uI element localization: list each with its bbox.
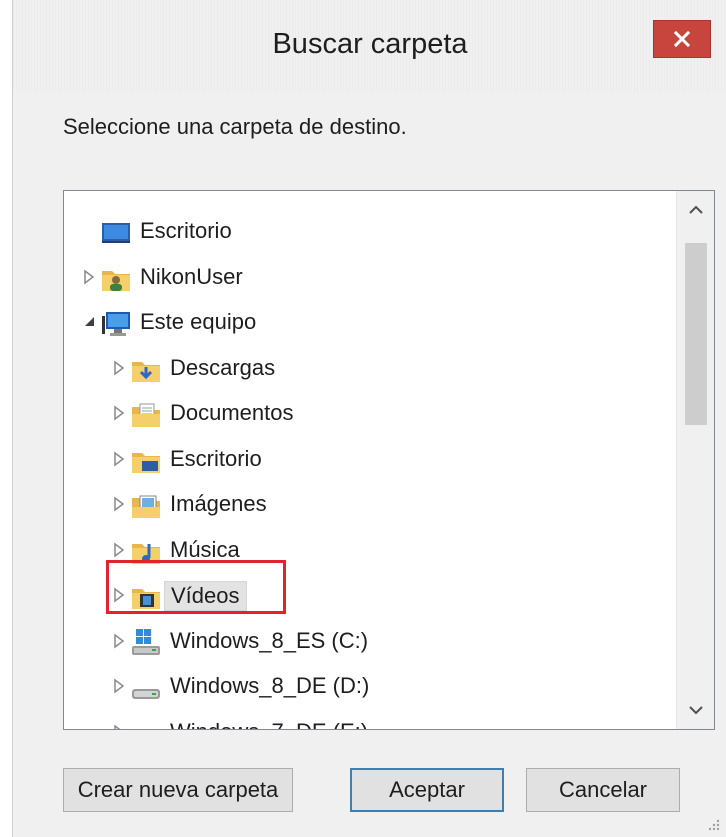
expand-arrow-icon[interactable]: [112, 495, 126, 513]
computer-icon: [100, 308, 132, 338]
scroll-thumb[interactable]: [685, 243, 707, 425]
documents-folder-icon: [130, 399, 162, 429]
tree-item[interactable]: Este equipo: [64, 302, 664, 342]
drive-icon: [130, 718, 162, 730]
pictures-folder-icon: [130, 490, 162, 520]
scroll-down-button[interactable]: [677, 691, 714, 729]
tree-item[interactable]: Descargas: [64, 348, 664, 388]
tree-item[interactable]: Escritorio: [64, 439, 664, 479]
cancel-button[interactable]: Cancelar: [526, 768, 680, 812]
dialog-title: Buscar carpeta: [272, 28, 468, 60]
drive-icon: [130, 672, 162, 702]
close-button[interactable]: [653, 20, 711, 58]
vertical-scrollbar[interactable]: [676, 191, 714, 729]
expand-arrow-icon[interactable]: [112, 723, 126, 729]
close-icon: [673, 30, 691, 48]
expand-arrow-icon[interactable]: [112, 677, 126, 695]
tree-item-label: NikonUser: [140, 263, 243, 289]
expanded-arrow-icon[interactable]: [82, 313, 96, 331]
tree-item[interactable]: Windows_8_DE (D:): [64, 666, 664, 706]
new-folder-button[interactable]: Crear nueva carpeta: [63, 768, 293, 812]
chevron-up-icon: [689, 205, 703, 214]
instruction-text: Seleccione una carpeta de destino.: [63, 114, 407, 139]
tree-item-label: Documentos: [170, 400, 294, 425]
tree-item-label: Windows_8_ES (C:): [170, 627, 369, 653]
resize-grip-icon[interactable]: [706, 817, 720, 831]
expand-arrow-icon[interactable]: [112, 541, 126, 559]
tree-item-label: Este equipo: [140, 309, 257, 334]
tree-item[interactable]: NikonUser: [64, 257, 664, 297]
tree-item[interactable]: Documentos: [64, 393, 664, 433]
tree-item-label: Descargas: [170, 354, 276, 380]
tree-item-label: Windows_7_DE (E:): [170, 718, 368, 730]
tree-item[interactable]: Windows_8_ES (C:): [64, 621, 664, 661]
ok-button[interactable]: Aceptar: [350, 768, 504, 812]
scroll-up-button[interactable]: [677, 191, 714, 229]
highlight-box: [106, 560, 286, 614]
tree-item[interactable]: Imágenes: [64, 484, 664, 524]
downloads-folder-icon: [130, 354, 162, 384]
folder-tree-rows: Escritorio NikonUser Este equipo Descargas D…: [64, 191, 674, 729]
chevron-down-icon: [689, 706, 703, 715]
expand-arrow-icon[interactable]: [112, 450, 126, 468]
title-bar[interactable]: Buscar carpeta: [13, 0, 726, 92]
windows-drive-icon: [130, 627, 162, 657]
folder-tree[interactable]: Escritorio NikonUser Este equipo Descargas D…: [63, 190, 715, 730]
expand-arrow-icon[interactable]: [112, 359, 126, 377]
user-folder-icon: [100, 263, 132, 293]
desktop-folder-icon: [130, 445, 162, 475]
tree-item-label: Windows_8_DE (D:): [170, 673, 370, 698]
tree-item-label: Escritorio: [140, 218, 232, 243]
expand-arrow-icon[interactable]: [112, 404, 126, 422]
expand-arrow-icon[interactable]: [112, 632, 126, 650]
desktop-icon: [100, 217, 132, 247]
no-expander: [82, 222, 96, 240]
tree-item-label: Escritorio: [170, 445, 262, 471]
tree-item[interactable]: Escritorio: [64, 211, 664, 251]
expand-arrow-icon[interactable]: [82, 268, 96, 286]
tree-item[interactable]: Windows_7_DE (E:): [64, 712, 664, 730]
browse-folder-dialog: Buscar carpeta Seleccione una carpeta de…: [12, 0, 726, 837]
tree-item-label: Imágenes: [170, 491, 267, 516]
